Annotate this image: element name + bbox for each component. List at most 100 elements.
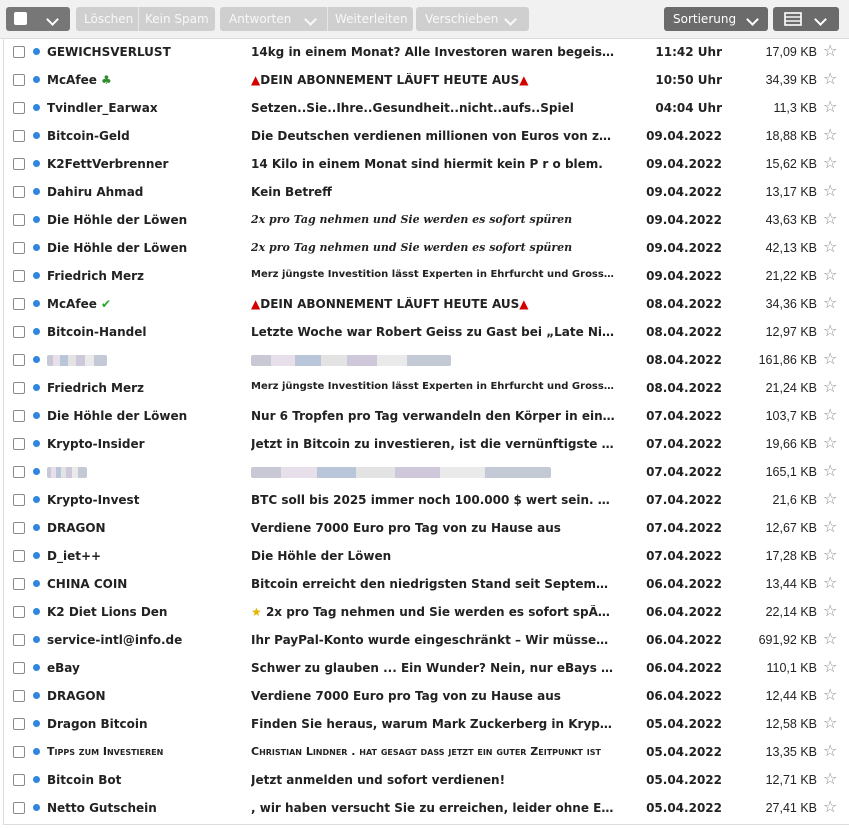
email-row[interactable]: 07.04.2022 165,1 KB ☆ [4, 458, 849, 486]
star-icon[interactable]: ☆ [823, 657, 837, 676]
email-row[interactable]: D_iet++ Die Höhle der Löwen 07.04.2022 17,2… [4, 542, 849, 570]
star-icon[interactable]: ☆ [823, 97, 837, 116]
email-row[interactable]: Dahiru Ahmad Kein Betreff 09.04.2022 13,17 … [4, 178, 849, 206]
email-select-checkbox[interactable] [13, 606, 25, 618]
star-icon[interactable]: ☆ [823, 713, 837, 732]
email-row[interactable]: K2FettVerbrenner 14 Kilo in einem Monat s… [4, 150, 849, 178]
star-icon[interactable]: ☆ [823, 349, 837, 368]
sort-button[interactable]: Sortierung [664, 7, 768, 31]
star-icon[interactable]: ☆ [823, 517, 837, 536]
email-select-checkbox[interactable] [13, 382, 25, 394]
email-row[interactable]: DRAGON Verdiene 7000 Euro pro Tag von zu … [4, 682, 849, 710]
email-row[interactable]: Friedrich Merz Merz jüngste Investition l… [4, 262, 849, 290]
redacted-sender [47, 355, 107, 366]
star-icon[interactable]: ☆ [823, 433, 837, 452]
move-button[interactable]: Verschieben [416, 7, 529, 31]
email-row[interactable]: Friedrich Merz Merz jüngste Investition l… [4, 374, 849, 402]
email-row[interactable]: Dragon Bitcoin Finden Sie heraus, warum M… [4, 710, 849, 738]
email-row[interactable]: Die Höhle der Löwen 2x pro Tag nehmen und… [4, 206, 849, 234]
email-subject-text: DEIN ABONNEMENT LÄUFT HEUTE AUS [260, 73, 520, 87]
email-select-checkbox[interactable] [13, 242, 25, 254]
star-icon[interactable]: ☆ [823, 741, 837, 760]
email-select-checkbox[interactable] [13, 466, 25, 478]
email-select-checkbox[interactable] [13, 298, 25, 310]
star-icon[interactable]: ☆ [823, 125, 837, 144]
email-select-checkbox[interactable] [13, 74, 25, 86]
star-icon[interactable]: ☆ [823, 685, 837, 704]
select-all-checkbox[interactable] [14, 12, 27, 25]
email-row[interactable]: 08.04.2022 161,86 KB ☆ [4, 346, 849, 374]
email-select-checkbox[interactable] [13, 270, 25, 282]
email-select-checkbox[interactable] [13, 438, 25, 450]
email-row[interactable]: Tvindler_Earwax Setzen..Sie..Ihre..Gesund… [4, 94, 849, 122]
email-row[interactable]: Krypto-Insider Jetzt in Bitcoin zu invest… [4, 430, 849, 458]
email-select-checkbox[interactable] [13, 214, 25, 226]
star-icon[interactable]: ☆ [823, 601, 837, 620]
forward-button[interactable]: Weiterleiten [335, 7, 408, 31]
star-icon[interactable]: ☆ [823, 545, 837, 564]
star-icon[interactable]: ☆ [823, 573, 837, 592]
email-select-checkbox[interactable] [13, 102, 25, 114]
email-select-checkbox[interactable] [13, 662, 25, 674]
redacted-subject [251, 467, 551, 478]
email-row[interactable]: Tipps zum Investieren Christian Lindner .… [4, 738, 849, 766]
email-row[interactable]: Die Höhle der Löwen 2x pro Tag nehmen und… [4, 234, 849, 262]
email-select-checkbox[interactable] [13, 158, 25, 170]
email-row[interactable]: K2 Diet Lions Den ★ 2x pro Tag nehmen und… [4, 598, 849, 626]
email-row[interactable]: Die Höhle der Löwen Nur 6 Tropfen pro Tag… [4, 402, 849, 430]
reply-button[interactable]: Antworten [229, 7, 291, 31]
star-icon[interactable]: ☆ [823, 153, 837, 172]
star-icon[interactable]: ☆ [823, 209, 837, 228]
email-select-checkbox[interactable] [13, 746, 25, 758]
select-all-dropdown[interactable] [6, 7, 70, 31]
star-icon[interactable]: ☆ [823, 41, 837, 60]
email-row[interactable]: eBay Schwer zu glauben ... Ein Wunder? Ne… [4, 654, 849, 682]
star-icon[interactable]: ☆ [823, 181, 837, 200]
delete-button[interactable]: Löschen [84, 7, 133, 31]
siren-icon: ▲ [251, 73, 261, 87]
email-row[interactable]: Bitcoin-Handel Letzte Woche war Robert Ge… [4, 318, 849, 346]
email-select-checkbox[interactable] [13, 46, 25, 58]
star-icon[interactable]: ☆ [823, 769, 837, 788]
email-select-checkbox[interactable] [13, 634, 25, 646]
email-select-checkbox[interactable] [13, 550, 25, 562]
star-icon[interactable]: ☆ [823, 265, 837, 284]
email-row[interactable]: service-intl@info.de Ihr PayPal-Konto wur… [4, 626, 849, 654]
star-icon[interactable]: ☆ [823, 405, 837, 424]
email-row[interactable]: CHINA COIN Bitcoin erreicht den niedrigst… [4, 570, 849, 598]
star-icon[interactable]: ☆ [823, 69, 837, 88]
star-icon[interactable]: ☆ [823, 629, 837, 648]
redacted-sender [47, 467, 87, 478]
email-row[interactable]: Netto Gutschein , wir haben versucht Sie … [4, 794, 849, 822]
email-select-checkbox[interactable] [13, 802, 25, 814]
email-row[interactable]: GEWICHSVERLUST 14kg in einem Monat? Alle … [4, 38, 849, 66]
email-select-checkbox[interactable] [13, 522, 25, 534]
email-row[interactable]: McAfee ♣ ▲DEIN ABONNEMENT LÄUFT HEUTE AUS… [4, 66, 849, 94]
email-select-checkbox[interactable] [13, 130, 25, 142]
email-select-checkbox[interactable] [13, 718, 25, 730]
star-icon[interactable]: ☆ [823, 461, 837, 480]
reply-chevron-down-icon[interactable] [304, 13, 317, 26]
star-icon[interactable]: ☆ [823, 321, 837, 340]
not-spam-button[interactable]: Kein Spam [145, 7, 209, 31]
email-select-checkbox[interactable] [13, 774, 25, 786]
star-icon[interactable]: ☆ [823, 489, 837, 508]
email-select-checkbox[interactable] [13, 494, 25, 506]
star-icon[interactable]: ☆ [823, 293, 837, 312]
star-icon[interactable]: ☆ [823, 797, 837, 816]
star-icon[interactable]: ☆ [823, 237, 837, 256]
email-select-checkbox[interactable] [13, 578, 25, 590]
email-select-checkbox[interactable] [13, 326, 25, 338]
email-subject: 2x pro Tag nehmen und Sie werden es sofo… [251, 213, 616, 226]
star-icon[interactable]: ☆ [823, 377, 837, 396]
view-options-button[interactable] [773, 7, 839, 31]
email-select-checkbox[interactable] [13, 690, 25, 702]
email-row[interactable]: Bitcoin Bot Jetzt anmelden und sofort ver… [4, 766, 849, 794]
email-select-checkbox[interactable] [13, 354, 25, 366]
email-select-checkbox[interactable] [13, 186, 25, 198]
email-row[interactable]: Krypto-Invest BTC soll bis 2025 immer noc… [4, 486, 849, 514]
email-select-checkbox[interactable] [13, 410, 25, 422]
email-row[interactable]: DRAGON Verdiene 7000 Euro pro Tag von zu … [4, 514, 849, 542]
email-row[interactable]: McAfee ✔ ▲DEIN ABONNEMENT LÄUFT HEUTE AUS… [4, 290, 849, 318]
email-row[interactable]: Bitcoin-Geld Die Deutschen verdienen mill… [4, 122, 849, 150]
